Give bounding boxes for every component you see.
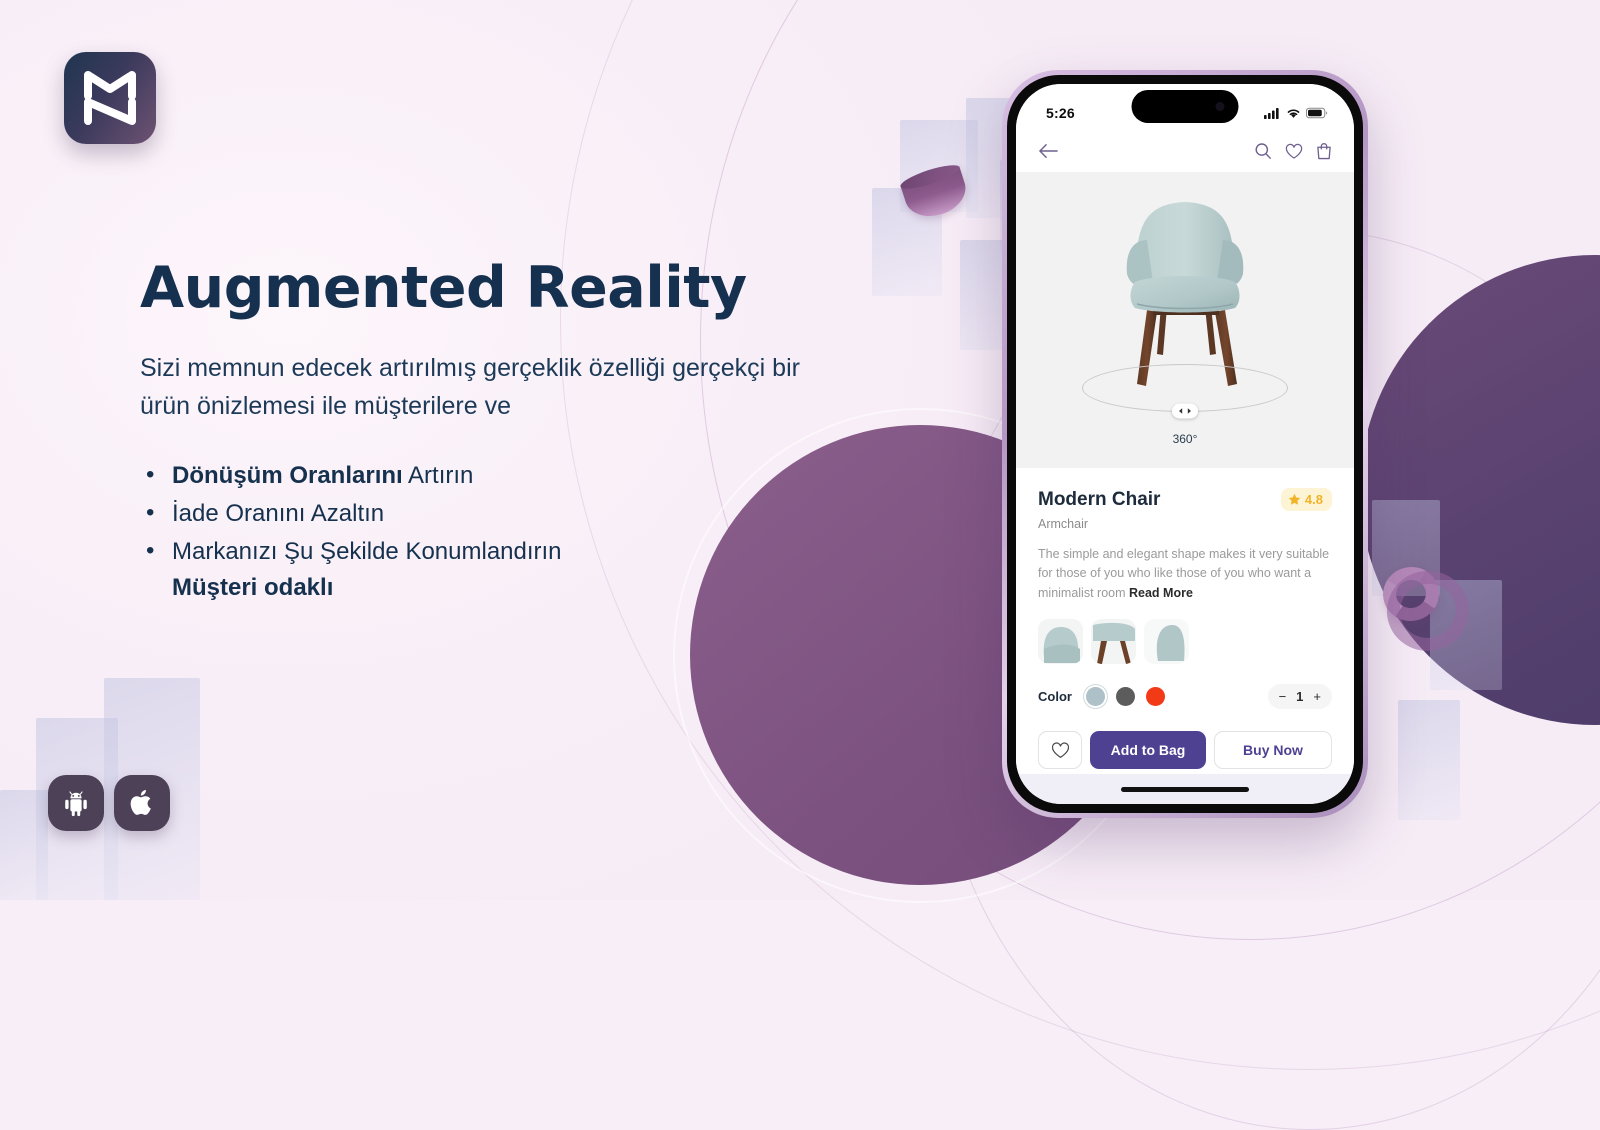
- list-item-subtext: Müşteri odaklı: [172, 574, 334, 601]
- wifi-icon: [1287, 109, 1300, 118]
- color-swatch-grey[interactable]: [1115, 687, 1135, 707]
- list-item-text: İade Oranını Azaltın: [172, 500, 385, 527]
- decor-square: [0, 790, 48, 900]
- product-viewer[interactable]: 360°: [1016, 172, 1354, 468]
- action-bar: Add to Bag Buy Now: [1038, 731, 1332, 770]
- add-to-bag-button[interactable]: Add to Bag: [1090, 731, 1206, 770]
- thumbnail-back-image: [1144, 619, 1189, 665]
- thumbnail-front-image: [1038, 619, 1083, 665]
- hero-subtext: Sizi memnun edecek artırılmış gerçeklik …: [140, 354, 800, 420]
- home-indicator-area: [1016, 774, 1354, 804]
- product-options: Color − 1 +: [1038, 684, 1332, 710]
- buy-now-button[interactable]: Buy Now: [1214, 731, 1332, 770]
- store-badges: [48, 775, 170, 831]
- list-item-bold: Dönüşüm Oranlarını: [172, 462, 403, 489]
- thumbnail-side-image: [1091, 619, 1136, 665]
- list-item: İade Oranını Azaltın: [140, 495, 780, 532]
- left-right-arrows-icon: [1179, 408, 1191, 414]
- mz-monogram-icon: [84, 71, 136, 125]
- apple-badge[interactable]: [114, 775, 170, 831]
- list-item-text: Artırın: [402, 462, 474, 489]
- thumbnail-back[interactable]: [1144, 619, 1189, 665]
- list-item-text: Markanızı Şu Şekilde Konumlandırın: [172, 538, 562, 565]
- product-details: Modern Chair 4.8 Armchair The simple and…: [1016, 468, 1354, 774]
- rotation-platform: [1082, 364, 1288, 419]
- search-icon[interactable]: [1254, 142, 1272, 160]
- rotate-handle[interactable]: [1172, 403, 1198, 419]
- product-description: The simple and elegant shape makes it ve…: [1038, 545, 1332, 603]
- favorite-button[interactable]: [1038, 731, 1082, 770]
- thumbnail-list: [1038, 619, 1332, 665]
- nav-actions: [1254, 142, 1332, 160]
- rotation-label: 360°: [1172, 432, 1198, 446]
- page-title: Augmented Reality: [140, 255, 747, 321]
- apple-icon: [130, 789, 151, 815]
- decor-square: [1398, 700, 1460, 820]
- read-more-link[interactable]: Read More: [1129, 586, 1193, 600]
- rating-value: 4.8: [1304, 492, 1323, 507]
- status-icons: [1264, 107, 1328, 119]
- signal-icon: [1264, 108, 1279, 119]
- thumbnail-side[interactable]: [1091, 619, 1136, 665]
- shopping-bag-icon[interactable]: [1316, 142, 1332, 160]
- star-icon: [1288, 493, 1301, 505]
- dynamic-island: [1131, 90, 1239, 123]
- android-icon: [65, 791, 87, 817]
- list-item: Markanızı Şu Şekilde Konumlandırın Müşte…: [140, 533, 780, 606]
- color-selector: Color: [1038, 687, 1165, 707]
- product-subtitle: Armchair: [1038, 517, 1089, 531]
- color-swatch-red[interactable]: [1145, 687, 1165, 707]
- product-title: Modern Chair: [1038, 488, 1161, 510]
- back-arrow-icon[interactable]: [1038, 142, 1059, 160]
- list-item: Dönüşüm Oranlarını Artırın: [140, 457, 780, 494]
- quantity-stepper: − 1 +: [1267, 684, 1332, 710]
- home-indicator[interactable]: [1121, 786, 1249, 792]
- thumbnail-front[interactable]: [1038, 619, 1083, 665]
- phone-mockup: 5:26 360° Modern Chair 4.8 Armchair The …: [1002, 70, 1368, 818]
- benefit-list: Dönüşüm Oranlarını Artırın İade Oranını …: [140, 457, 780, 608]
- color-label: Color: [1038, 689, 1072, 705]
- phone-screen: 5:26 360° Modern Chair 4.8 Armchair The …: [1016, 84, 1354, 804]
- status-bar: 5:26: [1016, 84, 1354, 130]
- color-swatch-sage[interactable]: [1085, 687, 1105, 707]
- heart-icon: [1051, 742, 1069, 758]
- quantity-decrease-button[interactable]: −: [1279, 689, 1287, 704]
- quantity-value: 1: [1296, 689, 1304, 705]
- app-nav-bar: [1016, 130, 1354, 172]
- battery-icon: [1306, 107, 1328, 119]
- brand-logo: [64, 52, 156, 144]
- android-badge[interactable]: [48, 775, 104, 831]
- phone-bezel: 5:26 360° Modern Chair 4.8 Armchair The …: [1007, 75, 1363, 813]
- rating-badge: 4.8: [1280, 488, 1332, 511]
- status-time: 5:26: [1046, 105, 1075, 121]
- quantity-increase-button[interactable]: +: [1313, 689, 1321, 704]
- heart-icon[interactable]: [1285, 143, 1303, 160]
- product-title-row: Modern Chair 4.8: [1038, 488, 1332, 511]
